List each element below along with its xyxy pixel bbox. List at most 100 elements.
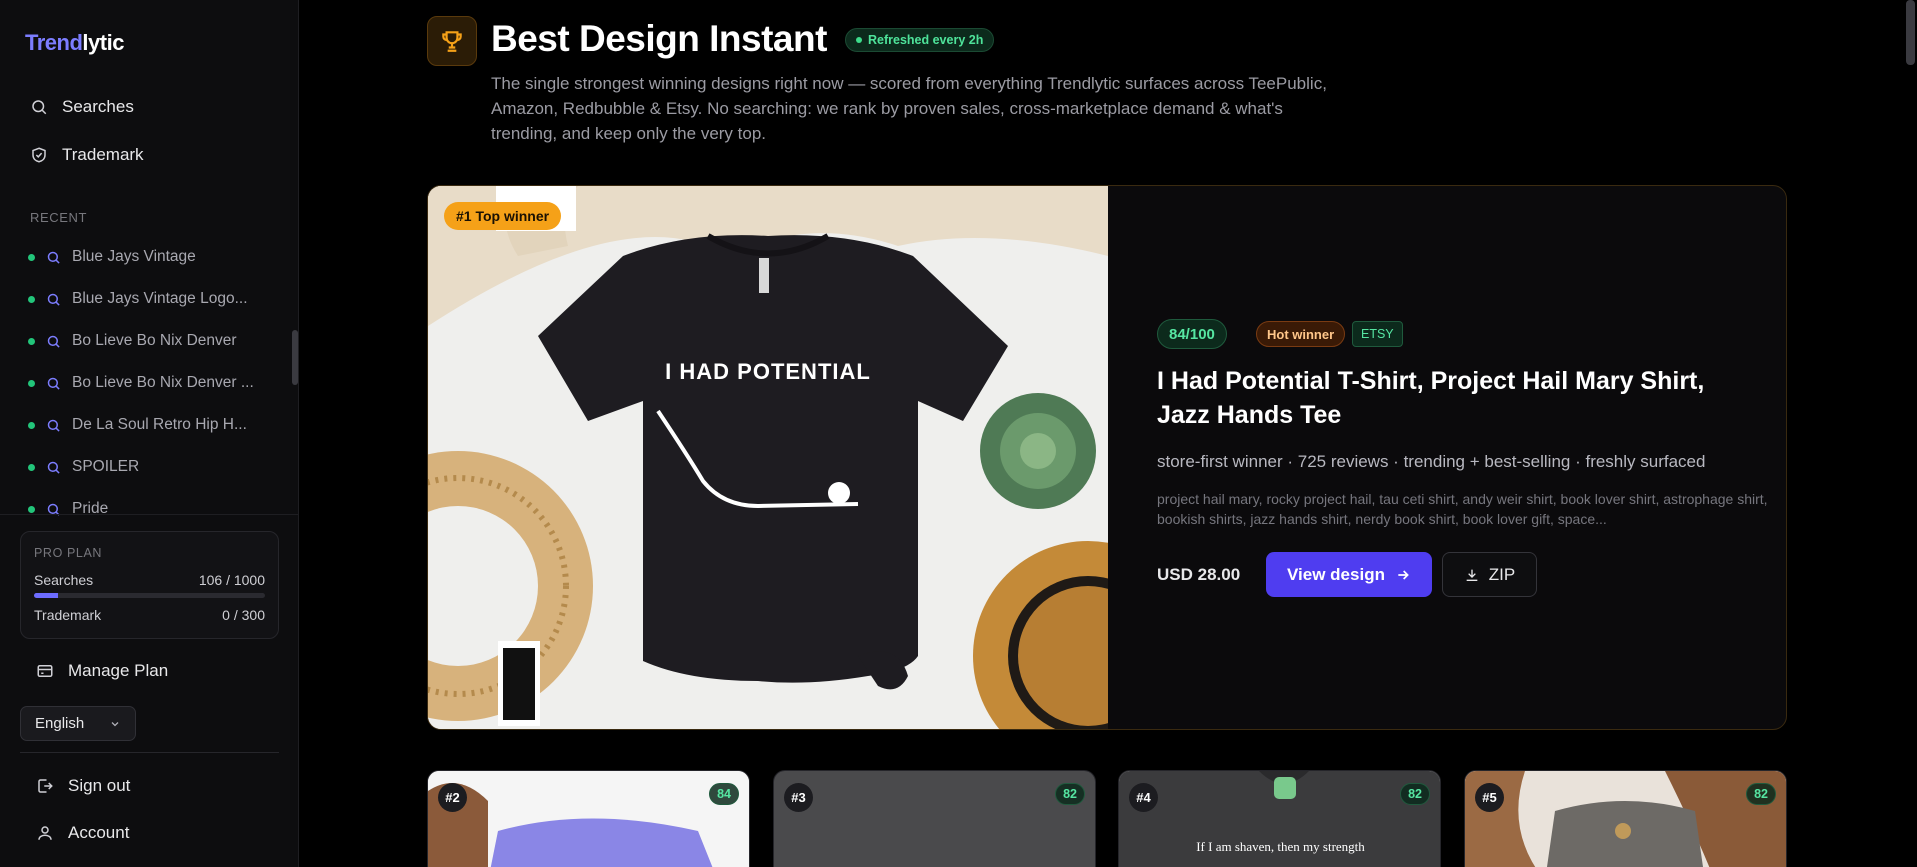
plan-trademark-label: Trademark [34,607,102,623]
status-dot [28,379,35,387]
status-dot [28,337,35,345]
sidebar-scrollbar[interactable] [292,330,298,385]
manage-plan-label: Manage Plan [68,661,169,680]
searches-usage-bar [34,593,265,598]
divider [0,514,298,515]
design-card[interactable]: #3 82 [773,770,1096,867]
language-value: English [35,715,85,732]
search-icon [47,251,60,264]
account-button[interactable]: Account [36,823,129,843]
hot-winner-badge: Hot winner [1256,321,1346,347]
recent-item-label: Pride [72,500,109,517]
search-icon [47,461,60,474]
divider [20,752,279,753]
status-dot [28,463,35,471]
nav-searches[interactable]: Searches [30,97,134,117]
design-card[interactable]: If I am shaven, then my strength #4 82 [1118,770,1441,867]
rank-badge: #5 [1475,783,1504,812]
sign-out-label: Sign out [68,776,131,795]
recent-item[interactable]: Bo Lieve Bo Nix Denver ... [28,362,268,404]
design-card[interactable]: #2 84 [427,770,750,867]
search-icon [47,377,60,390]
status-dot [28,421,35,429]
searches-usage-fill [34,593,59,598]
refresh-badge-label: Refreshed every 2h [868,33,984,47]
rank-badge: #3 [784,783,813,812]
recent-list: Blue Jays Vintage Blue Jays Vintage Logo… [28,236,268,530]
nav-searches-label: Searches [62,97,134,116]
card-shirt-text: If I am shaven, then my strength [1196,839,1365,854]
recent-item-label: Bo Lieve Bo Nix Denver [72,332,237,349]
recent-item-label: Blue Jays Vintage Logo... [72,290,248,307]
main-content: Best Design Instant Refreshed every 2h T… [300,0,1917,867]
status-dot [28,295,35,303]
product-meta: store-first winner · 725 reviews · trend… [1157,452,1706,471]
plan-title: PRO PLAN [34,546,103,560]
logo-part-2: lytic [82,30,124,55]
plan-searches-label: Searches [34,572,94,588]
main-scrollbar[interactable] [1906,0,1915,65]
recent-item-label: De La Soul Retro Hip H... [72,416,247,433]
recent-item[interactable]: Blue Jays Vintage Logo... [28,278,268,320]
plan-card: PRO PLAN Searches 106 / 1000 Trademark 0… [20,531,279,639]
nav-trademark-label: Trademark [62,145,144,164]
view-design-button[interactable]: View design [1266,552,1432,597]
logo-part-1: Trend [25,30,83,55]
plan-searches-value: 106 / 1000 [198,572,265,588]
search-icon [32,100,47,115]
recent-item-label: Bo Lieve Bo Nix Denver ... [72,374,254,391]
trophy-icon [427,16,477,66]
top-winner-badge: #1 Top winner [444,202,562,230]
plan-searches-row: Searches 106 / 1000 [34,572,265,588]
language-select[interactable]: English [20,706,136,741]
search-icon [47,293,60,306]
view-design-label: View design [1287,564,1385,584]
recent-item[interactable]: Blue Jays Vintage [28,236,268,278]
page-title: Best Design Instant [491,18,827,59]
sign-out-button[interactable]: Sign out [36,776,130,796]
marketplace-badge: ETSY [1352,321,1403,347]
download-zip-button[interactable]: ZIP [1442,552,1537,597]
search-icon [47,419,60,432]
product-title: I Had Potential T-Shirt, Project Hail Ma… [1157,367,1705,429]
shield-icon [32,147,46,163]
sidebar: Trendlytic Searches Trademark RECENT Blu… [0,0,299,867]
recent-item[interactable]: SPOILER [28,446,268,488]
search-icon [47,335,60,348]
product-tags: project hail mary, rocky project hail, t… [1157,491,1768,527]
recent-item[interactable]: Bo Lieve Bo Nix Denver [28,320,268,362]
sign-out-icon [38,779,53,793]
manage-plan-button[interactable]: Manage Plan [36,661,168,681]
status-dot [856,37,862,43]
user-icon [38,826,52,840]
status-dot [28,253,35,261]
design-card[interactable]: #5 82 [1464,770,1787,867]
rank-badge: #2 [438,783,467,812]
status-dot [28,505,35,513]
hero-product-image[interactable]: I HAD POTENTIAL #1 Top winner [428,186,1108,729]
account-label: Account [68,823,130,842]
chevron-down-icon [111,721,119,726]
score-badge: 82 [1055,783,1085,805]
card-image [428,771,749,867]
tshirt-image [428,186,1108,729]
logo[interactable]: Trendlytic [25,30,124,56]
recent-item[interactable]: De La Soul Retro Hip H... [28,404,268,446]
hero-info: 84/100 Hot winner ETSY I Had Potential T… [1128,186,1768,729]
score-badge: 84/100 [1157,319,1227,349]
hero-card: I HAD POTENTIAL #1 Top winner 84/100 Hot… [427,185,1787,730]
credit-card-icon [37,665,53,677]
score-badge: 82 [1746,783,1776,805]
recent-item-label: SPOILER [72,458,140,475]
arrow-right-icon [1398,569,1409,580]
score-badge: 84 [709,783,739,805]
nav-trademark[interactable]: Trademark [30,145,144,165]
recent-item-label: Blue Jays Vintage [72,248,196,265]
page-subtitle: The single strongest winning designs rig… [491,74,1327,143]
recent-item[interactable]: Pride [28,488,268,530]
recent-heading: RECENT [30,210,88,225]
card-image [1465,771,1786,867]
tshirt-print-text: I HAD POTENTIAL [665,359,871,384]
score-badge: 82 [1400,783,1430,805]
plan-trademark-row: Trademark 0 / 300 [34,607,265,623]
